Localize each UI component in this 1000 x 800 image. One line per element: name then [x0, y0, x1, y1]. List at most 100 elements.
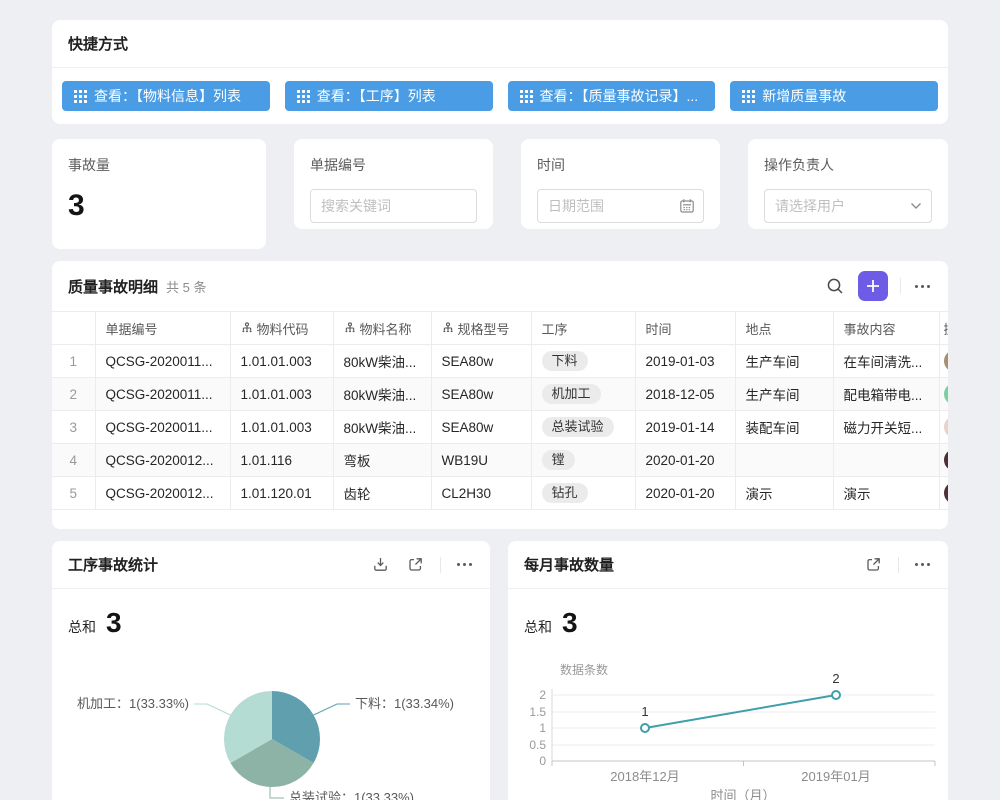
cell-material-name: 弯板: [333, 444, 431, 477]
operator-filter-card: 操作负责人 请选择用户: [748, 139, 948, 229]
cell-spec-model: SEA80w: [431, 411, 531, 444]
data-point[interactable]: [832, 691, 840, 699]
table-header-row: 单据编号 物料代码 物料名称 规格型号 工序 时间 地点 事故内容 操作负责人: [52, 312, 948, 345]
cell-doc-number: QCSG-2020012...: [95, 444, 230, 477]
process-tag: 下料: [542, 351, 588, 371]
avatar: [944, 350, 949, 372]
cell-spec-model: CL2H30: [431, 477, 531, 510]
point-label: 1: [641, 704, 648, 719]
process-tag: 镗: [542, 450, 575, 470]
calendar-icon[interactable]: [679, 198, 695, 214]
data-point[interactable]: [641, 724, 649, 732]
shortcut-view-incident-records-button[interactable]: 查看：【质量事故记录】...: [508, 81, 716, 111]
svg-text:2018年12月: 2018年12月: [610, 769, 679, 784]
chart-title: 工序事故统计: [68, 554, 158, 575]
relation-icon: [241, 322, 253, 334]
charts-row: 工序事故统计 总和 3: [52, 541, 948, 800]
cell-place: 装配车间: [735, 411, 833, 444]
svg-text:2: 2: [539, 688, 546, 702]
table-scroll-area[interactable]: 单据编号 物料代码 物料名称 规格型号 工序 时间 地点 事故内容 操作负责人 …: [52, 311, 948, 510]
cell-doc-number: QCSG-2020011...: [95, 378, 230, 411]
incident-count-card: 事故量 3: [52, 139, 266, 249]
col-header-process: 工序: [531, 312, 635, 345]
select-placeholder: 请选择用户: [775, 196, 845, 216]
svg-text:0.5: 0.5: [529, 738, 546, 752]
cell-time: 2020-01-20: [635, 477, 735, 510]
cell-doc-number: QCSG-2020011...: [95, 411, 230, 444]
total-value: 3: [562, 607, 578, 639]
external-link-icon[interactable]: [405, 554, 426, 575]
pie-label-jijiagong: 机加工：1(33.33%): [77, 696, 189, 711]
incident-table: 单据编号 物料代码 物料名称 规格型号 工序 时间 地点 事故内容 操作负责人 …: [52, 311, 948, 510]
filter-row: 事故量 3 单据编号 时间 操作负责人 请选择用户: [52, 139, 948, 249]
chart-header-bar: 每月事故数量: [508, 541, 948, 589]
table-row[interactable]: 1 QCSG-2020011... 1.01.01.003 80kW柴油... …: [52, 345, 948, 378]
avatar: [944, 383, 949, 405]
toolbar-divider: [898, 557, 899, 573]
shortcut-add-incident-button[interactable]: 新增质量事故: [730, 81, 938, 111]
shortcut-buttons-row: 查看：【物料信息】列表 查看：【工序】列表 查看：【质量事故记录】... 新增质…: [52, 68, 948, 124]
table-row[interactable]: 3 QCSG-2020011... 1.01.01.003 80kW柴油... …: [52, 411, 948, 444]
table-row[interactable]: 4 QCSG-2020012... 1.01.116 弯板 WB19U 镗 20…: [52, 444, 948, 477]
operator-user-select[interactable]: 请选择用户: [764, 189, 932, 223]
more-icon[interactable]: [455, 561, 474, 568]
x-axis-title: 时间（月）: [710, 788, 775, 800]
more-icon[interactable]: [913, 561, 932, 568]
svg-text:1: 1: [539, 721, 546, 735]
row-index: 3: [52, 411, 95, 444]
add-record-button[interactable]: [858, 271, 888, 301]
gridlines: [552, 695, 935, 745]
pie-total-row: 总和 3: [52, 589, 490, 639]
cell-time: 2018-12-05: [635, 378, 735, 411]
table-row[interactable]: 2 QCSG-2020011... 1.01.01.003 80kW柴油... …: [52, 378, 948, 411]
x-axis-ticks: [552, 761, 935, 766]
shortcut-label: 查看：【工序】列表: [317, 86, 436, 106]
cell-material-name: 齿轮: [333, 477, 431, 510]
row-index: 1: [52, 345, 95, 378]
cell-material-name: 80kW柴油...: [333, 378, 431, 411]
cell-process: 镗: [531, 444, 635, 477]
y-tick-labels: 2 1.5 1 0.5 0: [529, 688, 546, 768]
pie-callout-line: [314, 704, 350, 715]
search-icon[interactable]: [824, 275, 846, 297]
col-header-content: 事故内容: [833, 312, 939, 345]
plus-icon: [866, 279, 880, 293]
grid-icon: [520, 90, 533, 103]
pie-label-xialiao: 下料：1(33.34%): [355, 696, 454, 711]
shortcut-view-material-list-button[interactable]: 查看：【物料信息】列表: [62, 81, 270, 111]
chart-header-bar: 工序事故统计: [52, 541, 490, 589]
external-link-icon[interactable]: [863, 554, 884, 575]
process-tag: 钻孔: [542, 483, 588, 503]
cell-spec-model: SEA80w: [431, 378, 531, 411]
shortcut-view-process-list-button[interactable]: 查看：【工序】列表: [285, 81, 493, 111]
col-header-index: [52, 312, 95, 345]
table-row[interactable]: 5 QCSG-2020012... 1.01.120.01 齿轮 CL2H30 …: [52, 477, 948, 510]
cell-process: 总装试验: [531, 411, 635, 444]
cell-material-code: 1.01.01.003: [230, 345, 333, 378]
cell-process: 钻孔: [531, 477, 635, 510]
shortcut-label: 新增质量事故: [762, 86, 846, 106]
stat-label: 事故量: [68, 155, 250, 175]
grid-icon: [74, 90, 87, 103]
cell-doc-number: QCSG-2020011...: [95, 345, 230, 378]
cell-doc-number: QCSG-2020012...: [95, 477, 230, 510]
avatar: [944, 416, 949, 438]
shortcut-label: 查看：【物料信息】列表: [94, 86, 241, 106]
doc-number-search-input[interactable]: [310, 189, 477, 223]
table-title: 质量事故明细: [68, 276, 158, 297]
col-header-place: 地点: [735, 312, 833, 345]
time-filter-card: 时间: [521, 139, 720, 229]
avatar: [944, 482, 949, 504]
download-icon[interactable]: [370, 554, 391, 575]
cell-operator: [939, 378, 948, 411]
col-header-material-name: 物料名称: [333, 312, 431, 345]
avatar: [944, 449, 949, 471]
cell-spec-model: SEA80w: [431, 345, 531, 378]
relation-icon: [344, 322, 356, 334]
svg-text:2019年01月: 2019年01月: [801, 769, 870, 784]
total-value: 3: [106, 607, 122, 639]
col-header-time: 时间: [635, 312, 735, 345]
col-header-operator: 操作负责人: [939, 312, 948, 345]
more-icon[interactable]: [913, 283, 932, 290]
cell-material-code: 1.01.01.003: [230, 378, 333, 411]
